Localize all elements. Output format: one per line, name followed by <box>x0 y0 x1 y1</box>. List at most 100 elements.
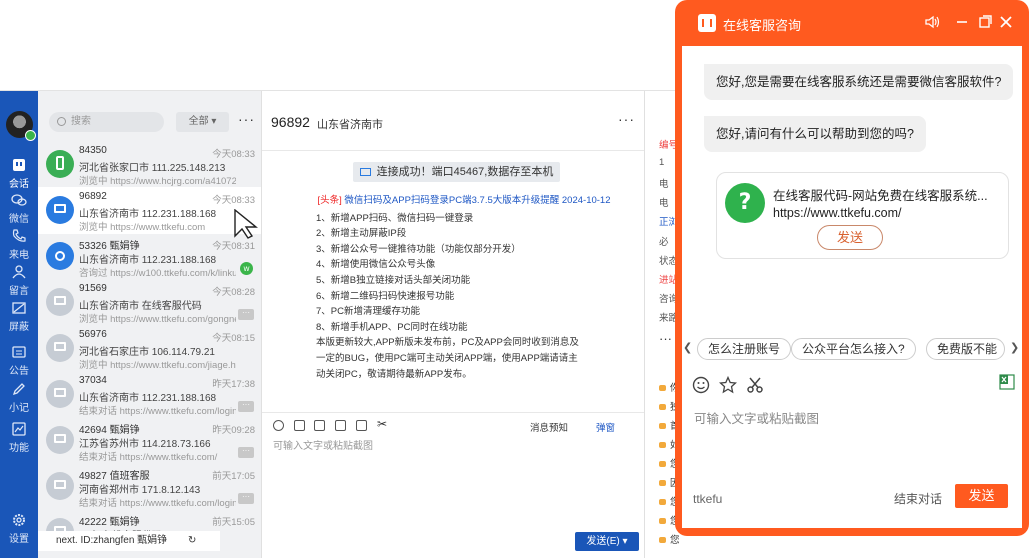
chevron-left-icon[interactable]: ❮ <box>683 341 692 354</box>
rail-item-note[interactable]: 小记 <box>0 381 38 414</box>
list-item[interactable]: 84350 河北省张家口市 111.225.148.213 浏览中 https:… <box>38 141 261 188</box>
brand-logo-icon <box>698 14 716 32</box>
rail-item-settings[interactable]: 设置 <box>0 512 38 545</box>
link-card[interactable]: ? 在线客服代码-网站免费在线客服系统... https://www.ttkef… <box>716 172 1009 259</box>
agent-message: 您好,请问有什么可以帮助到您的吗? <box>704 116 926 152</box>
quick-reply-chip[interactable]: 怎么注册账号 <box>697 338 792 360</box>
list-item[interactable]: 49827 值班客服 河南省郑州市 171.8.12.143 结束对话 http… <box>38 463 261 510</box>
chevron-right-icon[interactable]: ❯ <box>1010 341 1019 354</box>
file-icon[interactable] <box>356 420 367 431</box>
visitor-location: 山东省济南市 在线客服代码 <box>79 301 202 312</box>
phrase-icon <box>659 442 666 448</box>
mouse-cursor-icon <box>234 209 258 239</box>
message-input[interactable]: 可输入文字或粘贴截图 <box>694 408 819 427</box>
quick-reply-chip[interactable]: 公众平台怎么接入? <box>791 338 916 360</box>
emoji-icon[interactable] <box>273 420 284 431</box>
rail-item-wechat[interactable]: 微信 <box>0 192 38 225</box>
folder-icon[interactable] <box>314 420 325 431</box>
wechat-badge-icon: w <box>240 262 253 275</box>
notice-item: 6、新增二维码扫码快速报号功能 <box>316 290 455 302</box>
link-card-title: 在线客服代码-网站免费在线客服系统... <box>773 189 988 203</box>
visitor-time: 前天15:05 <box>212 517 255 528</box>
filter-dropdown[interactable]: 全部 ▾ <box>176 112 229 132</box>
list-item[interactable]: 37034 山东省济南市 112.231.188.168 结束对话 https:… <box>38 371 261 418</box>
settings-icon <box>13 514 25 526</box>
visitor-id: 56976 <box>79 329 107 340</box>
rail-item-function[interactable]: 功能 <box>0 421 38 454</box>
pc-visitor-icon <box>46 288 74 316</box>
save-icon[interactable] <box>335 420 346 431</box>
visitor-id: 42694 甄娟铮 <box>79 425 140 436</box>
message-predict-toggle[interactable]: 消息预知 <box>530 420 568 434</box>
minimize-icon[interactable] <box>954 14 970 30</box>
list-more-button[interactable]: ··· <box>238 111 255 127</box>
notice-title[interactable]: 微信扫码及APP扫码登录PC端3.7.5大版本升级提醒 2024-10-12 <box>344 195 610 206</box>
chat-header: 96892 山东省济南市 ··· <box>262 91 644 151</box>
visitor-location: 山东省济南市 112.231.188.168 <box>79 393 217 404</box>
info-line: 1 <box>659 157 665 168</box>
excel-icon[interactable] <box>999 374 1015 390</box>
scissors-icon[interactable] <box>746 376 764 394</box>
visitor-location: 山东省济南市 112.231.188.168 <box>79 255 217 266</box>
info-line: 电 <box>659 179 669 190</box>
list-item[interactable]: 53326 甄娟铮 山东省济南市 112.231.188.168 咨询过 htt… <box>38 233 261 280</box>
notice-item: 2、新增主动屏蔽IP段 <box>316 228 407 240</box>
notice-item: 8、新增手机APP、PC同时在线功能 <box>316 321 468 333</box>
scissors-icon[interactable]: ✂ <box>377 417 388 431</box>
widget-titlebar: 在线客服咨询 <box>675 0 1029 46</box>
quick-reply-chip[interactable]: 免费版不能 <box>926 338 1005 360</box>
send-button[interactable]: 发送 <box>955 484 1008 508</box>
rail-label: 微信 <box>9 214 29 225</box>
rail-item-notice[interactable]: 公告 <box>0 344 38 377</box>
brand-label: ttkefu <box>693 492 723 506</box>
visitor-time: 今天08:15 <box>212 333 255 344</box>
notice-icon <box>12 346 26 358</box>
rail-item-phone[interactable]: 来电 <box>0 228 38 261</box>
rail-label: 功能 <box>9 443 29 454</box>
widget-toolbar <box>682 371 1022 399</box>
agent-avatar[interactable] <box>6 111 36 141</box>
note-icon <box>12 383 25 396</box>
message-badge: ··· <box>238 309 254 320</box>
image-icon[interactable] <box>294 420 305 431</box>
visitor-id: 42222 甄娟铮 <box>79 517 140 528</box>
list-item[interactable]: 96892 山东省济南市 112.231.188.168 浏览中 https:/… <box>38 187 261 234</box>
end-chat-button[interactable]: 结束对话 <box>894 490 942 507</box>
list-item[interactable]: 42694 甄娟铮 江苏省苏州市 114.218.73.166 结束对话 htt… <box>38 417 261 464</box>
quick-phrase-item[interactable]: 您 <box>659 532 680 546</box>
rail-label: 屏蔽 <box>9 322 29 333</box>
list-item[interactable]: 56976 河北省石家庄市 106.114.79.21 浏览中 https://… <box>38 325 261 372</box>
chat-more-button[interactable]: ··· <box>618 111 635 127</box>
visitor-page: 浏览中 https://www.ttkefu.com/jiage.html <box>79 360 236 371</box>
agent-message: 您好,您是需要在线客服系统还是需要微信客服软件? <box>704 64 1014 100</box>
message-badge: ··· <box>238 493 254 504</box>
emoji-icon[interactable] <box>692 376 710 394</box>
rail-label: 设置 <box>9 534 29 545</box>
refresh-icon[interactable]: ↻ <box>188 535 196 546</box>
pc-visitor-icon <box>46 196 74 224</box>
star-icon[interactable] <box>719 376 737 394</box>
info-more-button[interactable]: ··· <box>659 331 672 346</box>
restore-icon[interactable] <box>977 14 993 30</box>
search-input[interactable]: 搜索 <box>49 112 164 132</box>
link-card-send-button[interactable]: 发送 <box>817 225 883 250</box>
phone-visitor-icon <box>46 150 74 178</box>
send-button[interactable]: 发送(E) ▾ <box>575 532 639 551</box>
notice-item: 7、PC新增清理缓存功能 <box>316 306 420 318</box>
info-line: 电 <box>659 198 669 209</box>
sound-icon[interactable] <box>924 14 940 30</box>
notice-footer: 本版更新较大,APP新版未发布前，PC及APP会同时收到消息及一定的BUG，使用… <box>316 337 579 380</box>
quick-replies: ❮ 怎么注册账号 公众平台怎么接入? 免费版不能 ❯ <box>682 338 1022 360</box>
list-item[interactable]: 91569 山东省济南市 在线客服代码 浏览中 https://www.ttke… <box>38 279 261 326</box>
rail-item-chat[interactable]: 会话 <box>0 157 38 190</box>
notice-title-line: [头条] 微信扫码及APP扫码登录PC端3.7.5大版本升级提醒 2024-10… <box>312 193 616 209</box>
chat-input[interactable]: 可输入文字或粘贴截图 <box>273 437 373 452</box>
phrase-icon <box>659 385 666 391</box>
rail-item-block[interactable]: 屏蔽 <box>0 300 38 333</box>
rail-item-message[interactable]: 留言 <box>0 264 38 297</box>
chat-visitor-location: 山东省济南市 <box>317 119 383 131</box>
close-icon[interactable] <box>998 14 1014 30</box>
link-visitor-icon <box>46 242 74 270</box>
popup-toggle[interactable]: 弹窗 <box>596 420 615 434</box>
pc-visitor-icon <box>46 426 74 454</box>
